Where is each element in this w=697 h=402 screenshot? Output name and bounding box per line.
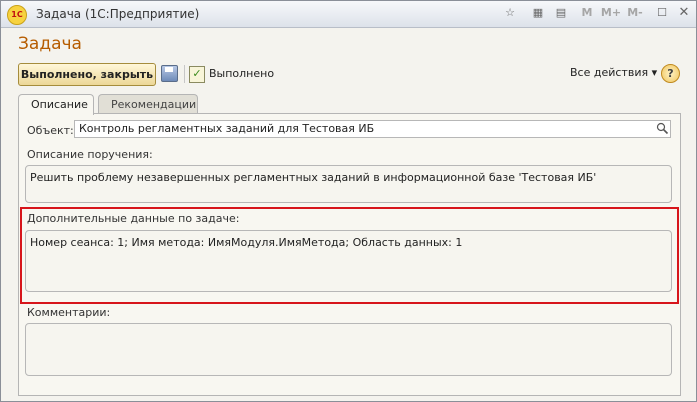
maximize-icon[interactable]: ☐	[653, 4, 671, 22]
memory-minus-button[interactable]: M-	[624, 4, 646, 22]
done-label: Выполнено	[209, 67, 275, 80]
task-window: 1С Задача (1С:Предприятие) ☆ ▦ ▤ M M+ M-…	[0, 0, 697, 402]
toolbar: Выполнено, закрыть ✓ Выполнено Все дейст…	[1, 61, 696, 87]
object-value: Контроль регламентных заданий для Тестов…	[79, 122, 375, 135]
save-icon[interactable]	[161, 65, 178, 82]
object-field[interactable]: Контроль регламентных заданий для Тестов…	[74, 120, 671, 138]
calculator-icon[interactable]: ▦	[529, 4, 547, 22]
title-bar: 1С Задача (1С:Предприятие) ☆ ▦ ▤ M M+ M-…	[1, 1, 696, 28]
toolbar-separator	[184, 65, 185, 83]
tab-description[interactable]: Описание	[18, 94, 94, 115]
additional-data-value: Номер сеанса: 1; Имя метода: ИмяМодуля.И…	[30, 236, 463, 249]
checklist-icon: ✓	[189, 66, 205, 83]
calendar-icon[interactable]: ▤	[552, 4, 570, 22]
done-button[interactable]: ✓ Выполнено	[189, 64, 274, 84]
additional-data-textarea[interactable]: Номер сеанса: 1; Имя метода: ИмяМодуля.И…	[25, 230, 672, 292]
additional-data-label: Дополнительные данные по задаче:	[27, 212, 240, 225]
memory-plus-button[interactable]: M+	[600, 4, 622, 22]
window-title: Задача (1С:Предприятие)	[36, 7, 200, 21]
description-textarea[interactable]: Решить проблему незавершенных регламентн…	[25, 165, 672, 203]
comments-label: Комментарии:	[27, 306, 111, 319]
1c-logo-icon: 1С	[7, 5, 27, 25]
object-label: Объект:	[27, 124, 74, 137]
all-actions-menu[interactable]: Все действия ▾	[570, 66, 657, 79]
tab-recommendations[interactable]: Рекомендации	[98, 94, 198, 114]
description-label: Описание поручения:	[27, 148, 153, 161]
search-icon[interactable]	[656, 122, 669, 135]
comments-textarea[interactable]	[25, 323, 672, 376]
help-icon[interactable]: ?	[661, 64, 680, 83]
favorites-icon[interactable]: ☆	[501, 4, 519, 22]
memory-button[interactable]: M	[578, 4, 596, 22]
page-title: Задача	[18, 34, 82, 54]
close-icon[interactable]: ✕	[675, 4, 693, 22]
description-value: Решить проблему незавершенных регламентн…	[30, 171, 597, 184]
done-close-button[interactable]: Выполнено, закрыть	[18, 63, 156, 86]
